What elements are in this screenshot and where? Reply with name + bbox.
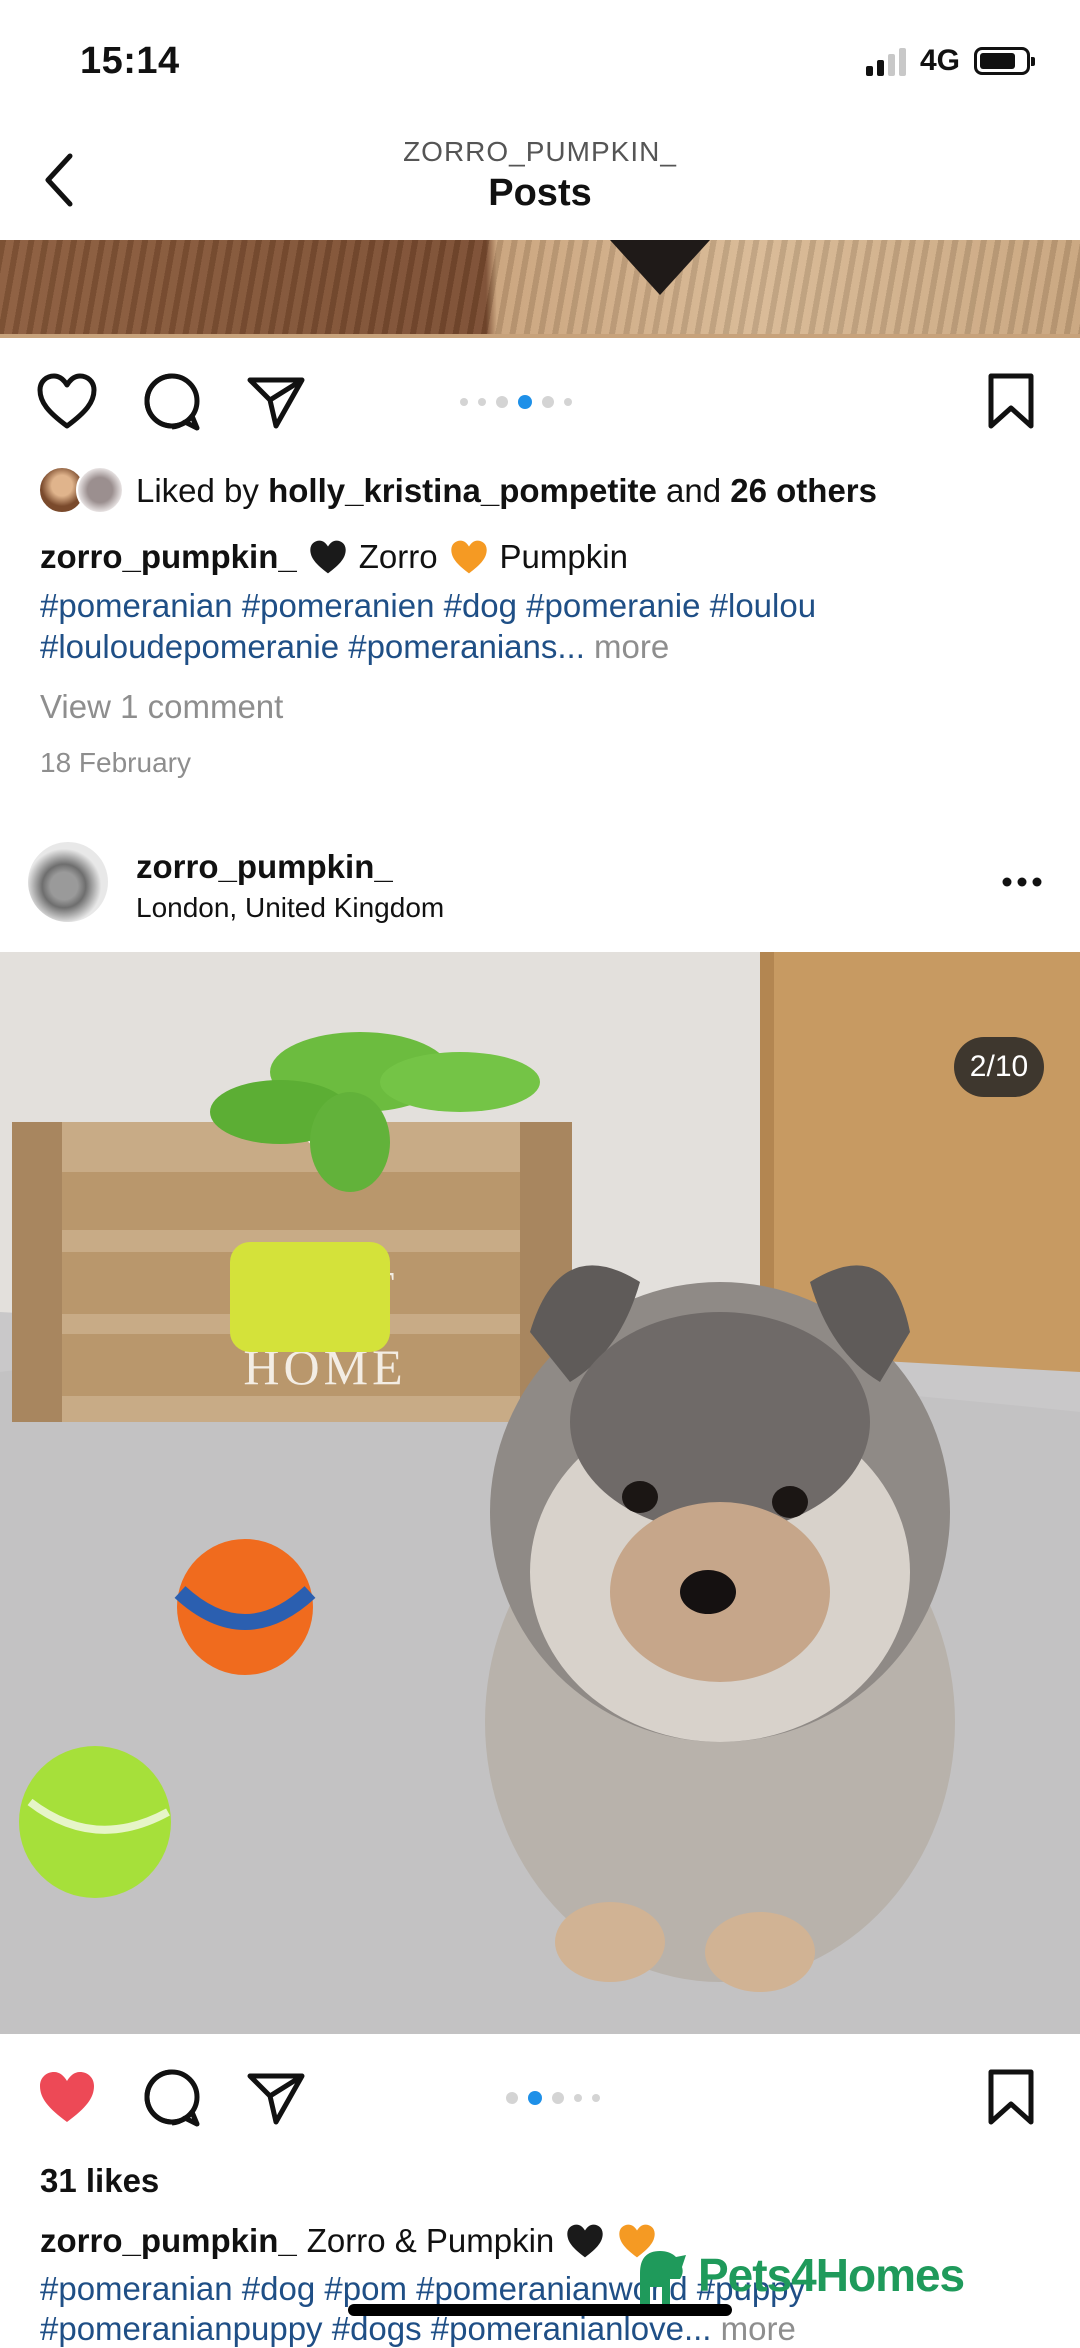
status-time: 15:14 — [80, 40, 180, 82]
more-link[interactable]: more — [721, 2310, 796, 2347]
post1-image-detail — [610, 240, 710, 295]
share-icon[interactable] — [246, 2070, 306, 2126]
hashtags[interactable]: #louloudepomeranie #pomeranians... — [40, 628, 585, 665]
liker-avatar[interactable] — [76, 466, 124, 514]
liked-by-text: Liked by holly_kristina_pompetite and 26… — [136, 472, 877, 510]
carousel-dot — [552, 2092, 564, 2104]
post-caption: zorro_pumpkin_ Zorro Pumpkin — [40, 538, 628, 576]
caption-text: Zorro & Pumpkin — [306, 2222, 555, 2259]
image-counter: 2/10 — [954, 1037, 1044, 1097]
heart-icon[interactable] — [36, 372, 98, 430]
view-comments-link[interactable]: View 1 comment — [40, 688, 283, 726]
watermark-text: Pets4Homes — [698, 2249, 965, 2301]
page-title: Posts — [488, 172, 592, 214]
divider — [0, 334, 1080, 338]
post-location[interactable]: London, United Kingdom — [136, 892, 444, 924]
user-avatar[interactable] — [28, 842, 108, 922]
carousel-dot — [564, 398, 572, 406]
carousel-dot — [496, 396, 508, 408]
more-link[interactable]: more — [594, 628, 669, 665]
more-horizontal-icon[interactable] — [1002, 876, 1042, 888]
carousel-dot — [506, 2092, 518, 2104]
caption-text: Zorro — [358, 538, 438, 575]
bookmark-icon[interactable] — [986, 2068, 1036, 2126]
likes-count[interactable]: 31 likes — [40, 2162, 159, 2200]
liked-by-user-link[interactable]: holly_kristina_pompetite — [268, 472, 657, 509]
post1-image[interactable] — [0, 240, 1080, 336]
status-indicators: 4G — [865, 44, 1035, 78]
carousel-dots — [506, 2091, 600, 2105]
pets4homes-watermark: Pets4Homes — [630, 2240, 965, 2310]
bookmark-icon[interactable] — [986, 372, 1036, 430]
hashtags: #louloudepomeranie #pomeranians... more — [40, 628, 669, 666]
caption-username[interactable]: zorro_pumpkin_ — [40, 2222, 297, 2260]
heart-filled-icon[interactable] — [36, 2068, 98, 2126]
network-type: 4G — [919, 44, 960, 77]
caption-text: Pumpkin — [499, 538, 628, 575]
post-image[interactable]: SWEET HOME — [0, 952, 1080, 2034]
post-image-illustration: SWEET HOME — [0, 952, 1080, 2034]
post-date: 18 February — [40, 747, 191, 778]
carousel-dot — [592, 2094, 600, 2102]
carousel-dot — [528, 2091, 542, 2105]
battery-icon — [974, 47, 1035, 75]
comment-icon[interactable] — [142, 2068, 202, 2128]
carousel-dot — [460, 398, 468, 406]
carousel-dot — [542, 396, 554, 408]
black-heart-icon — [567, 2224, 603, 2258]
comment-icon[interactable] — [142, 372, 202, 432]
liked-by-and: and — [656, 472, 731, 509]
carousel-dot — [478, 398, 486, 406]
liked-by-prefix: Liked by — [136, 472, 269, 509]
puppy — [485, 1265, 955, 1992]
hashtags[interactable]: #pomeranian #pomeranien #dog #pomeranie … — [40, 587, 816, 625]
header-username: ZORRO_PUMPKIN_ — [403, 136, 677, 167]
share-icon[interactable] — [246, 374, 306, 430]
carousel-dots — [460, 395, 572, 409]
carousel-dot — [574, 2094, 582, 2102]
orange-heart-icon — [450, 540, 487, 574]
post-username[interactable]: zorro_pumpkin_ — [136, 848, 393, 886]
post-caption: zorro_pumpkin_ Zorro & Pumpkin — [40, 2222, 658, 2260]
home-indicator[interactable] — [348, 2304, 732, 2316]
signal-icon — [865, 46, 906, 76]
dog-logo-icon — [640, 2251, 686, 2305]
carousel-dot — [518, 395, 532, 409]
black-heart-icon — [310, 540, 346, 574]
liked-by-others-link[interactable]: 26 others — [730, 472, 877, 509]
caption-username[interactable]: zorro_pumpkin_ — [40, 538, 297, 576]
